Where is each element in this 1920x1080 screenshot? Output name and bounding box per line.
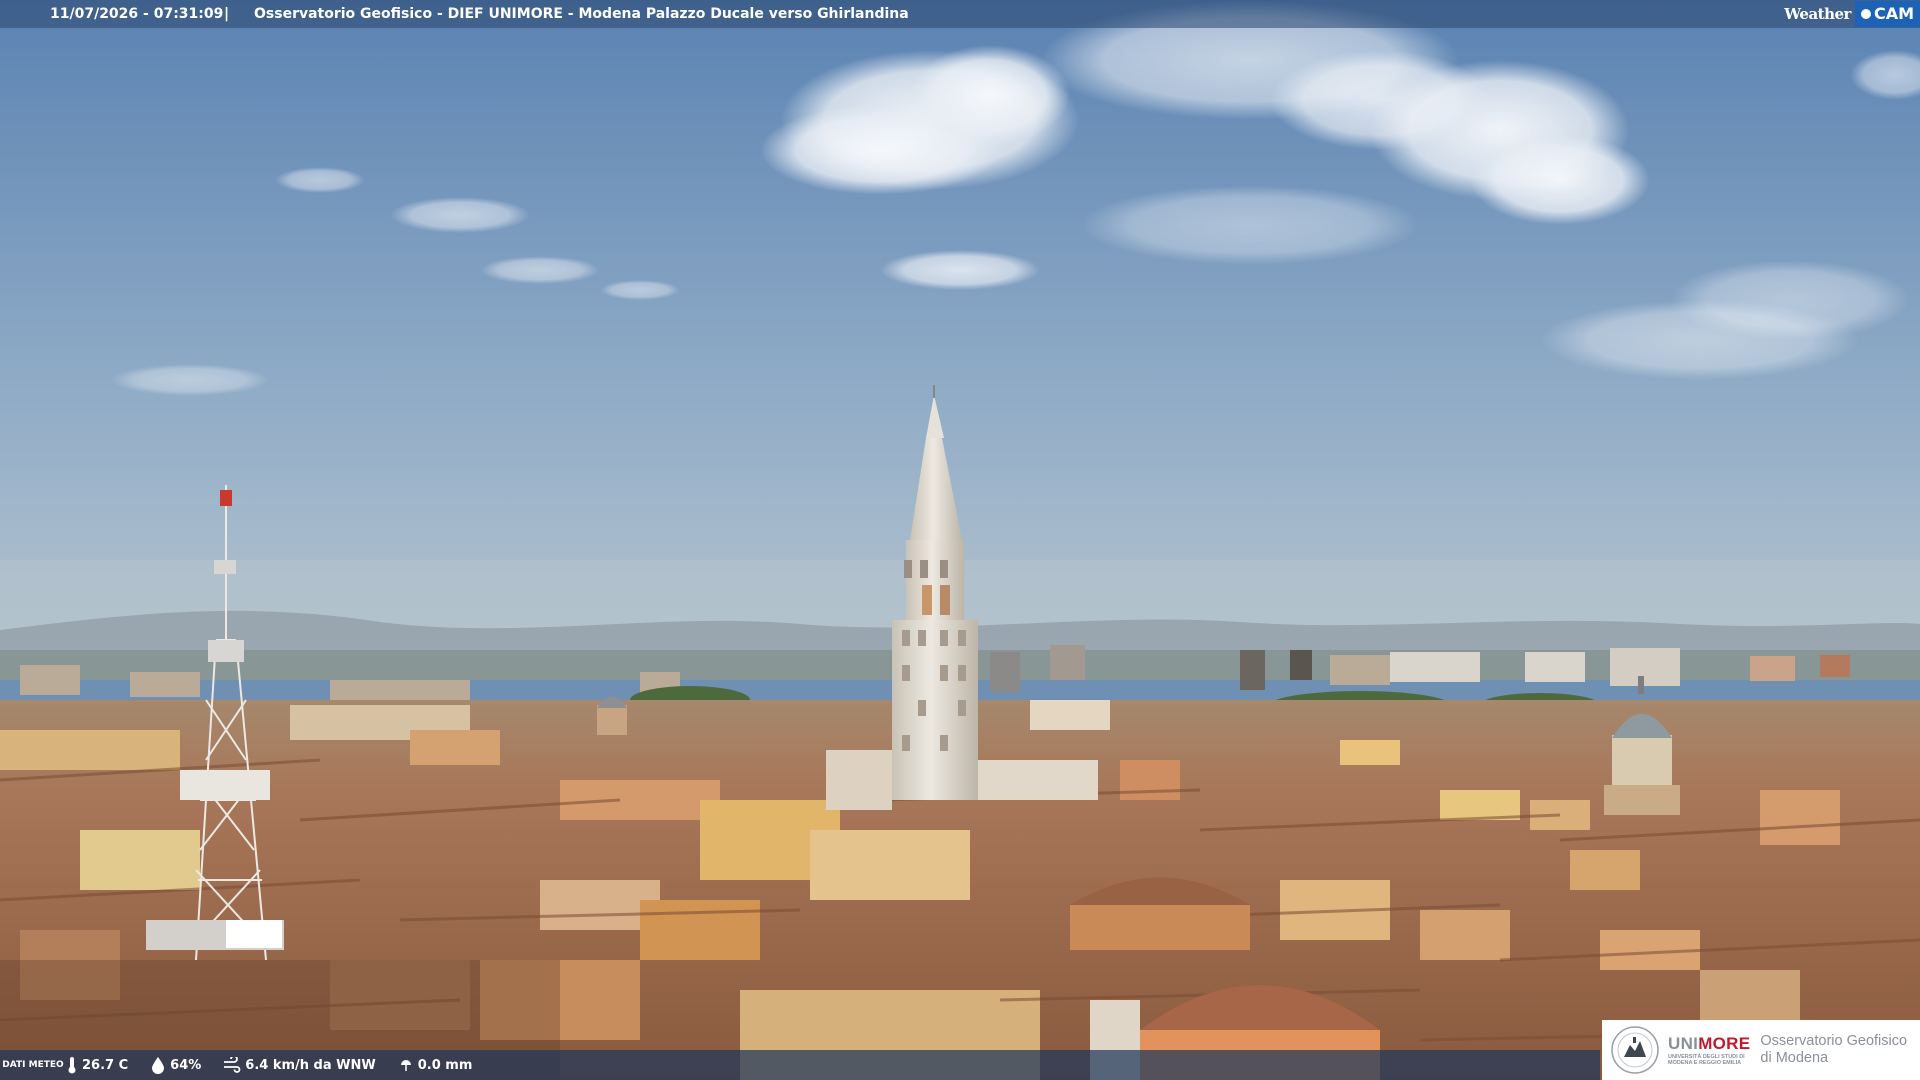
uni-part: UNI [1668, 1034, 1699, 1053]
unimore-wordmark: UNIMORE UNIVERSITÀ DEGLI STUDI DI MODENA… [1668, 1034, 1750, 1066]
rain-reading: 0.0 mm [398, 1057, 473, 1073]
more-part: MORE [1698, 1034, 1751, 1053]
wind-reading: 6.4 km/h da WNW [223, 1057, 376, 1073]
wind-icon [224, 1057, 241, 1073]
observatory-name: Osservatorio Geofisico di Modena [1760, 1033, 1907, 1067]
brand-cam: CAM [1854, 1, 1920, 27]
brand-word: Weather [1784, 5, 1851, 23]
temperature-value: 26.7 C [82, 1057, 129, 1073]
observatory-line-1: Osservatorio Geofisico [1760, 1033, 1908, 1049]
church-dome [1604, 676, 1680, 815]
separator: | [224, 6, 230, 22]
weather-label: DATI METEO [2, 1059, 64, 1070]
unimore-seal-icon [1611, 1026, 1659, 1074]
observatory-line-2: di Modena [1760, 1050, 1829, 1066]
humidity-value: 64% [170, 1057, 202, 1073]
top-info-bar: 11/07/2026 - 07:31:09 | Osservatorio Geo… [0, 0, 1920, 28]
thermometer-icon [68, 1057, 76, 1074]
webcam-frame: 11/07/2026 - 07:31:09 | Osservatorio Geo… [0, 0, 1920, 1080]
timestamp: 11/07/2026 - 07:31:09 [50, 6, 224, 22]
unimore-logo: UNIMORE UNIVERSITÀ DEGLI STUDI DI MODENA… [1602, 1020, 1920, 1080]
weather-data-bar: DATI METEO 26.7 C 64% 6.4 km/h da WNW 0.… [0, 1050, 1600, 1080]
humidity-reading: 64% [150, 1056, 201, 1074]
eye-icon [1860, 9, 1871, 19]
camera-title: Osservatorio Geofisico - DIEF UNIMORE - … [254, 6, 909, 22]
brand-cam-text: CAM [1873, 4, 1914, 23]
temperature-reading: 26.7 C [66, 1056, 128, 1074]
unimore-subtitle-2: MODENA E REGGIO EMILIA [1668, 1060, 1742, 1066]
humidity-drop-icon [152, 1057, 165, 1074]
wind-value: 6.4 km/h da WNW [245, 1057, 376, 1073]
rain-icon [400, 1060, 411, 1071]
rain-value: 0.0 mm [417, 1057, 473, 1073]
weathercam-logo: Weather CAM [1784, 0, 1920, 28]
small-cupola [597, 696, 627, 735]
antenna-base [146, 920, 284, 950]
webcam-image [0, 0, 1920, 1080]
unimore-name: UNIMORE [1668, 1034, 1750, 1054]
